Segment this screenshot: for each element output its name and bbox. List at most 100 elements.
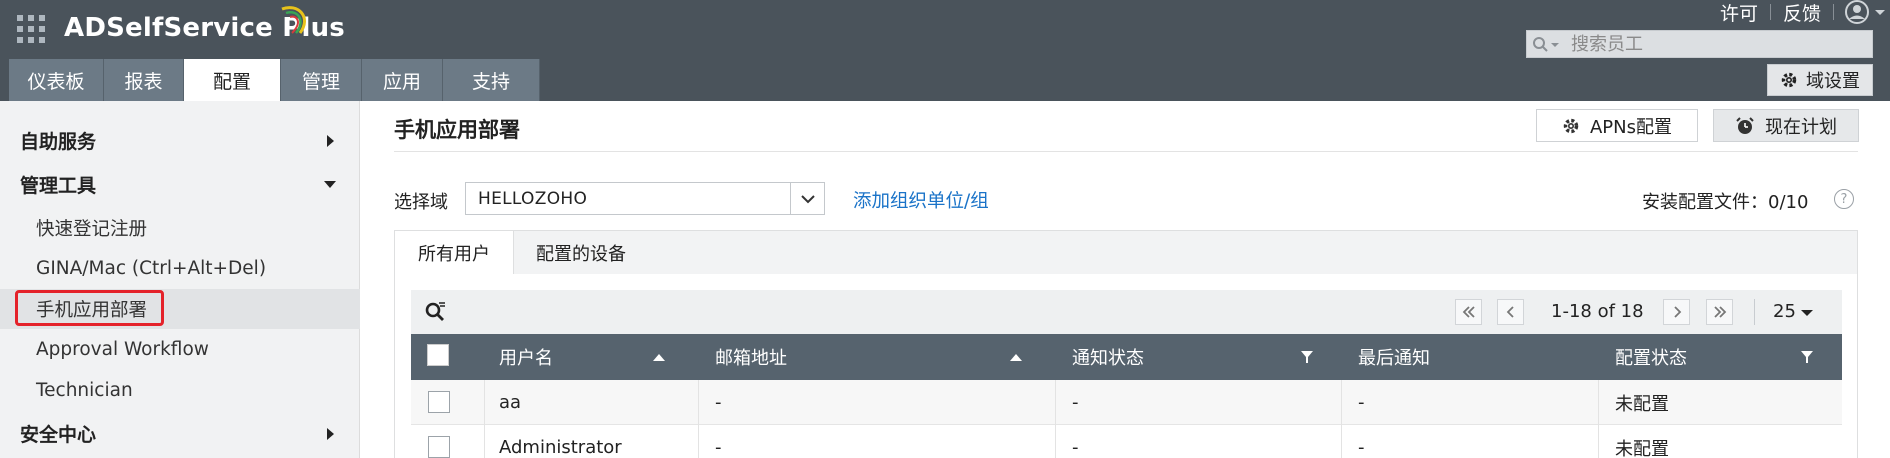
- column-divider: [698, 425, 699, 458]
- cell-notify-status: -: [1072, 437, 1079, 458]
- tab-dashboard[interactable]: 仪表板: [9, 59, 104, 101]
- column-divider: [484, 425, 485, 458]
- tab-all-users[interactable]: 所有用户: [394, 230, 514, 275]
- top-links: 许可 反馈: [1708, 0, 1890, 26]
- column-header-last-notified[interactable]: 最后通知: [1358, 334, 1430, 380]
- tab-reports[interactable]: 报表: [104, 59, 184, 101]
- sidebar-item-label: 安全中心: [20, 423, 97, 446]
- schedule-now-label: 现在计划: [1765, 116, 1837, 138]
- chevron-right-icon: [327, 428, 334, 440]
- column-divider: [1341, 425, 1342, 458]
- gear-icon: [1563, 118, 1579, 133]
- cell-username: Administrator: [499, 437, 622, 458]
- column-divider: [484, 380, 485, 425]
- sidebar-item-label: GINA/Mac (Ctrl+Alt+Del): [36, 257, 267, 279]
- row-checkbox[interactable]: [428, 436, 450, 458]
- chevron-down-icon[interactable]: [790, 183, 824, 214]
- help-icon[interactable]: ?: [1834, 189, 1854, 209]
- main-nav: 仪表板 报表 配置 管理 应用 支持: [9, 59, 540, 101]
- column-divider: [1055, 425, 1056, 458]
- chevron-down-icon[interactable]: [1801, 310, 1813, 316]
- cell-email: -: [715, 437, 722, 458]
- filter-icon[interactable]: [1800, 350, 1814, 364]
- sidebar-item-self-service[interactable]: 自助服务: [0, 120, 360, 160]
- tab-admin[interactable]: 管理: [281, 59, 362, 101]
- sidebar-item-label: Technician: [36, 379, 133, 401]
- cell-notify-status: -: [1072, 392, 1079, 413]
- first-page-button[interactable]: [1455, 299, 1482, 325]
- employee-search: [1526, 30, 1873, 58]
- table-header: 用户名 邮箱地址 通知状态 最后通知 配置状态: [411, 334, 1842, 380]
- cell-email: -: [715, 392, 722, 413]
- page-range: 1-18 of 18: [1551, 301, 1644, 322]
- chevron-right-icon: [1673, 306, 1681, 318]
- search-icon[interactable]: [1531, 35, 1561, 55]
- column-divider: [1055, 380, 1056, 425]
- table-row[interactable]: Administrator - - - 未配置: [411, 425, 1842, 458]
- domain-select-label: 选择域: [394, 192, 448, 213]
- column-header-notify-status[interactable]: 通知状态: [1072, 334, 1144, 380]
- column-divider: [1341, 380, 1342, 425]
- sidebar-item-label: 快速登记注册: [36, 219, 148, 240]
- table-row[interactable]: aa - - - 未配置: [411, 380, 1842, 425]
- install-profile-count: 安装配置文件：0/10: [1642, 192, 1809, 213]
- sidebar-item-label: 管理工具: [20, 174, 97, 197]
- filter-icon[interactable]: [1300, 350, 1314, 364]
- cell-last-notified: -: [1358, 392, 1365, 413]
- sidebar-item-label: 自助服务: [20, 130, 97, 153]
- tab-support[interactable]: 支持: [443, 59, 540, 101]
- add-ou-group-link[interactable]: 添加组织单位/组: [853, 187, 989, 213]
- chevron-left-icon: [1506, 306, 1514, 318]
- domain-select-value: HELLOZOHO: [478, 189, 588, 209]
- next-page-button[interactable]: [1663, 299, 1690, 325]
- schedule-now-button[interactable]: 现在计划: [1713, 109, 1859, 142]
- tab-configuration[interactable]: 配置: [184, 59, 281, 101]
- page-size-select[interactable]: 25: [1773, 301, 1796, 322]
- sidebar-item-security-center[interactable]: 安全中心: [0, 413, 360, 453]
- divider: [394, 151, 1858, 152]
- cell-config-status: 未配置: [1615, 393, 1669, 415]
- sidebar-item-technician[interactable]: Technician: [0, 370, 360, 410]
- license-link[interactable]: 许可: [1708, 0, 1770, 26]
- sort-asc-icon[interactable]: [1010, 354, 1022, 361]
- column-divider: [698, 380, 699, 425]
- gear-icon: [1781, 72, 1797, 88]
- domain-select[interactable]: HELLOZOHO: [465, 182, 825, 215]
- select-all-checkbox[interactable]: [427, 344, 449, 366]
- divider: [1754, 299, 1755, 325]
- double-chevron-right-icon: [1713, 306, 1726, 318]
- cell-config-status: 未配置: [1615, 438, 1669, 458]
- page-title: 手机应用部署: [394, 118, 520, 142]
- column-header-email[interactable]: 邮箱地址: [715, 334, 787, 380]
- sidebar-item-quick-enrollment[interactable]: 快速登记注册: [0, 208, 360, 248]
- chevron-down-icon: [324, 181, 336, 188]
- chevron-right-icon: [327, 135, 334, 147]
- feedback-link[interactable]: 反馈: [1771, 0, 1833, 26]
- search-filter-icon[interactable]: [424, 300, 448, 324]
- cell-username: aa: [499, 392, 522, 413]
- double-chevron-left-icon: [1462, 306, 1475, 318]
- sidebar-item-admin-tools[interactable]: 管理工具: [0, 164, 360, 204]
- apns-config-button[interactable]: APNs配置: [1536, 109, 1698, 142]
- sidebar-item-gina-mac[interactable]: GINA/Mac (Ctrl+Alt+Del): [0, 248, 360, 288]
- column-divider: [1598, 380, 1599, 425]
- domain-settings-button[interactable]: 域设置: [1767, 64, 1873, 96]
- app-grid-icon[interactable]: [17, 15, 45, 43]
- column-header-username[interactable]: 用户名: [499, 334, 553, 380]
- sidebar-item-approval-workflow[interactable]: Approval Workflow: [0, 329, 360, 369]
- user-account-icon[interactable]: [1834, 0, 1890, 24]
- apns-config-label: APNs配置: [1589, 116, 1672, 138]
- employee-search-input[interactable]: [1571, 33, 1866, 55]
- row-checkbox[interactable]: [428, 391, 450, 413]
- cell-last-notified: -: [1358, 437, 1365, 458]
- tab-application[interactable]: 应用: [362, 59, 443, 101]
- table-toolbar: 1-18 of 18 25: [411, 290, 1842, 334]
- last-page-button[interactable]: [1706, 299, 1733, 325]
- tab-configured-devices[interactable]: 配置的设备: [514, 230, 648, 275]
- column-header-config-status[interactable]: 配置状态: [1615, 334, 1687, 380]
- sort-asc-icon[interactable]: [653, 354, 665, 361]
- sidebar-item-label: Approval Workflow: [36, 338, 209, 360]
- prev-page-button[interactable]: [1497, 299, 1524, 325]
- app-header: ADSelfService Plus 许可 反馈 仪表板 报表 配置: [0, 0, 1890, 101]
- column-divider: [1598, 425, 1599, 458]
